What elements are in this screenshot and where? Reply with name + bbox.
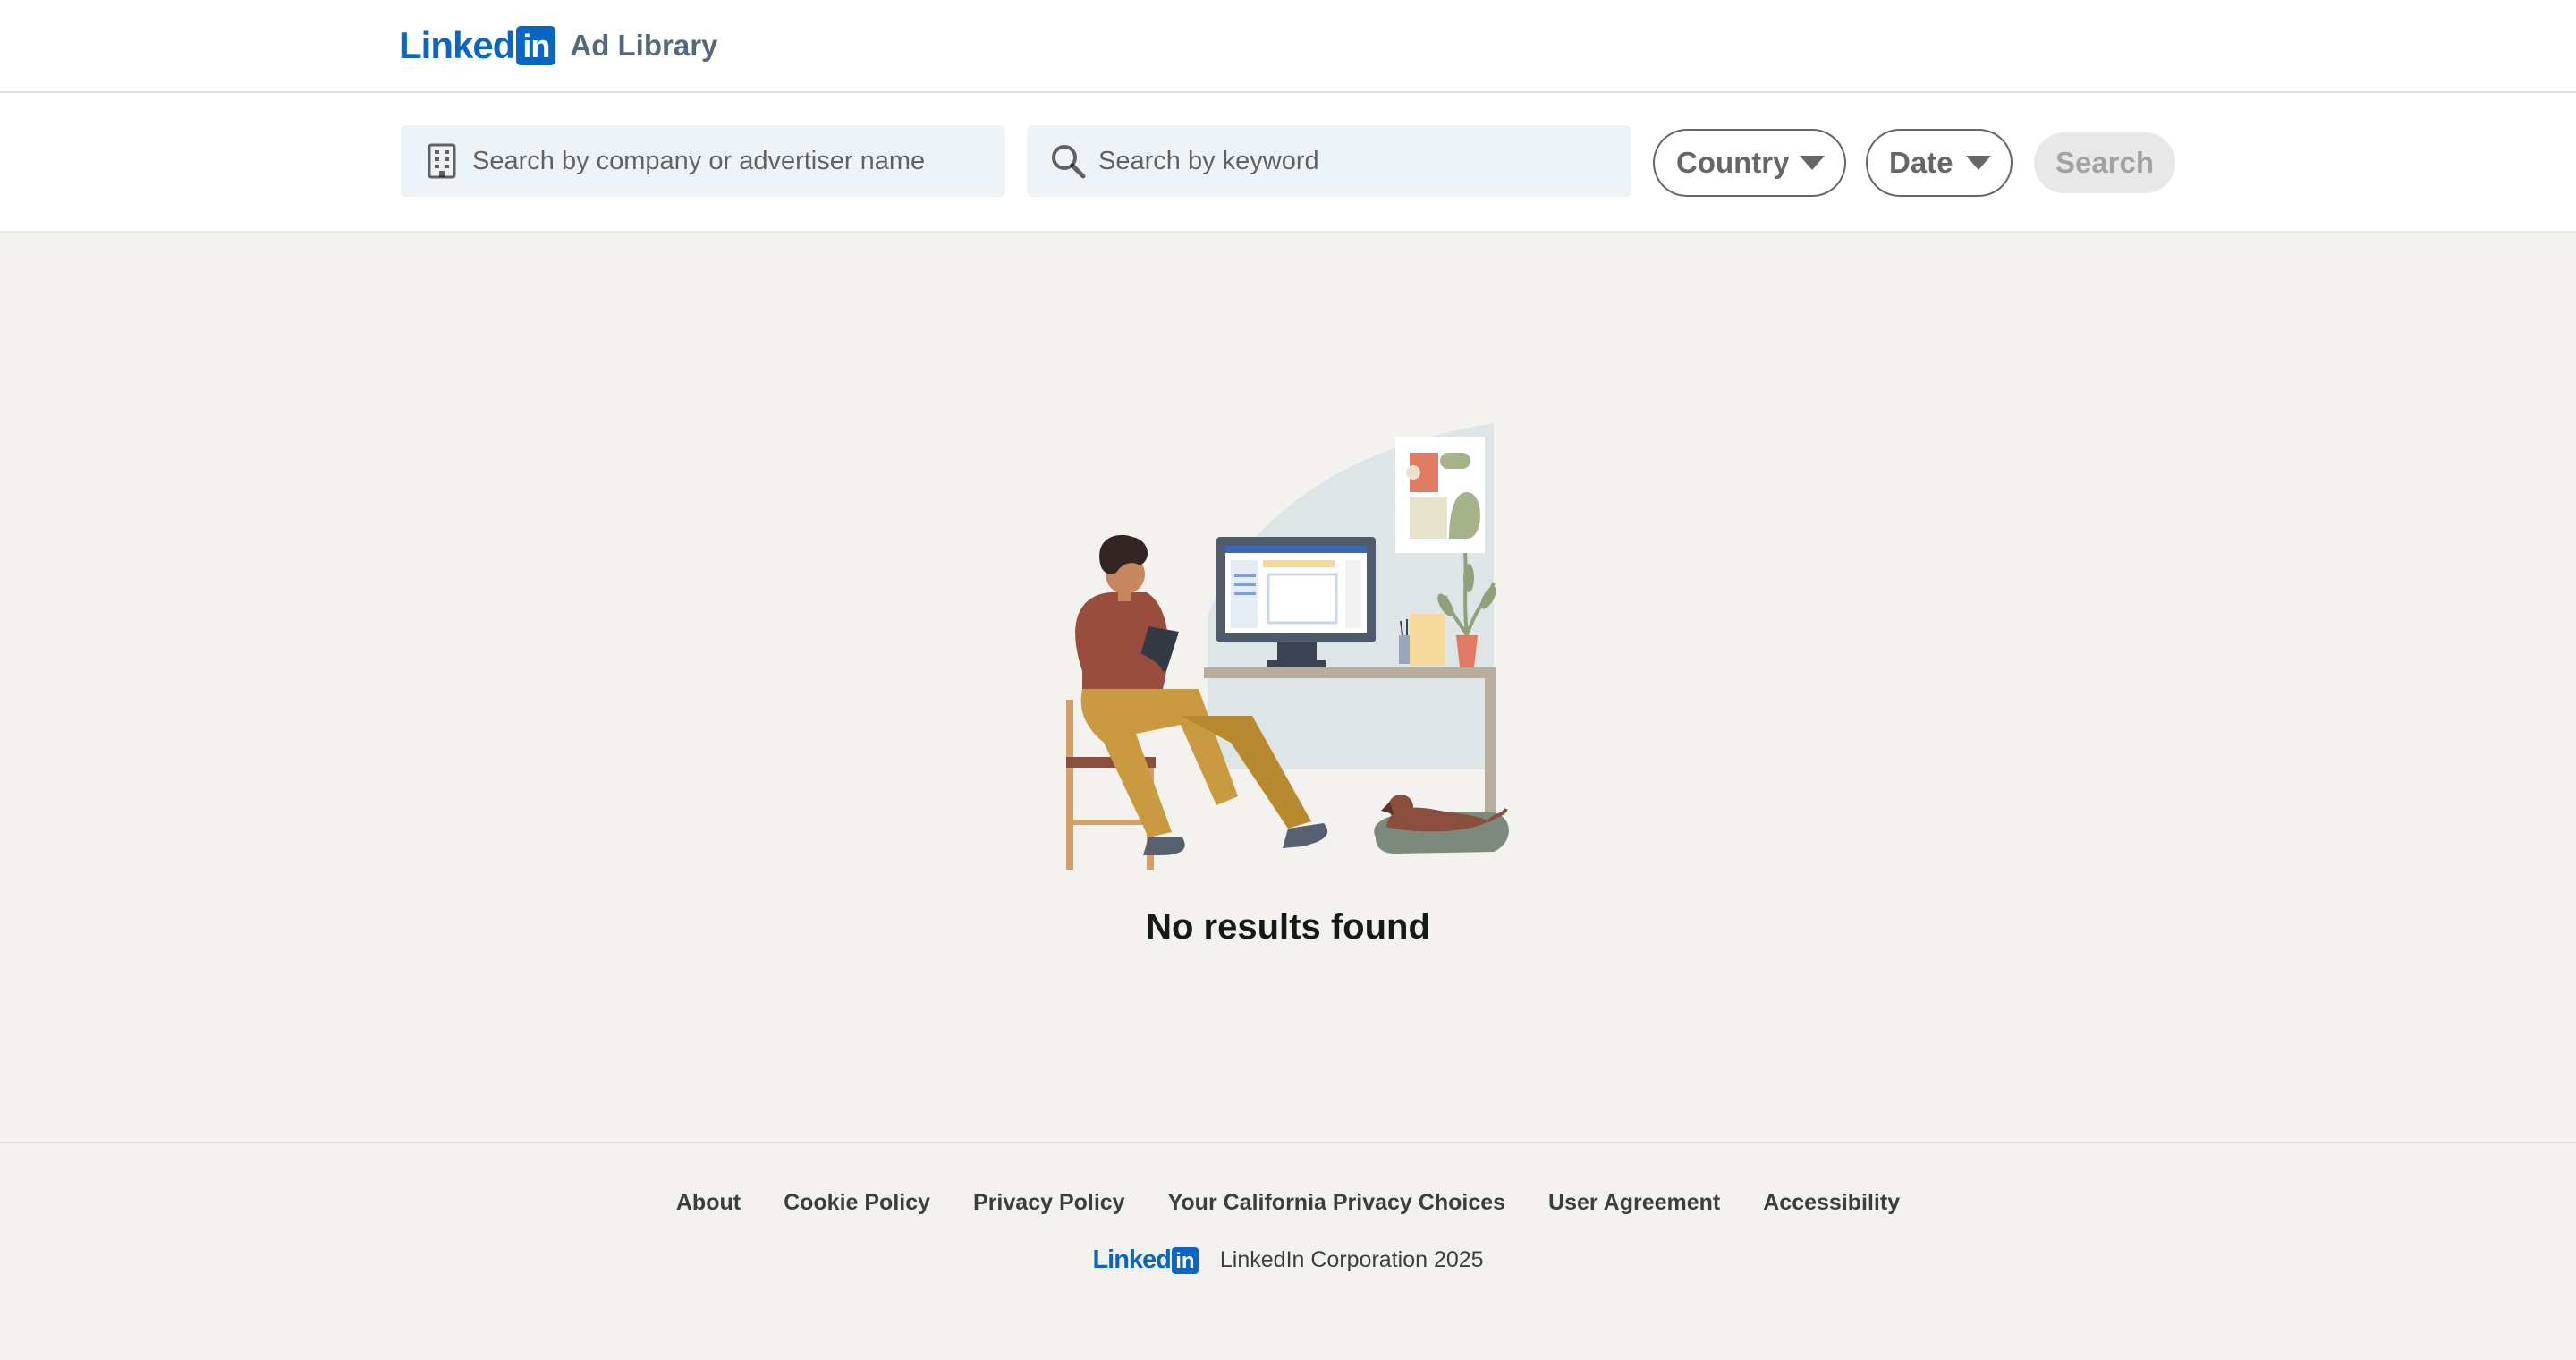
copyright-text: LinkedIn Corporation 2025 [1219, 1247, 1484, 1272]
footer-links: About Cookie Policy Privacy Policy Your … [0, 1190, 2576, 1216]
date-dropdown[interactable]: Date [1866, 129, 2012, 197]
logo-in-box: in [516, 26, 556, 65]
empty-state-illustration [1046, 421, 1530, 886]
search-bar: Country Date Search [0, 93, 2576, 233]
footer-link-about[interactable]: About [676, 1190, 741, 1216]
linkedin-logo[interactable]: Linked in Ad Library [399, 25, 717, 66]
logo-word: Linked [399, 24, 515, 66]
footer-link-privacy-policy[interactable]: Privacy Policy [973, 1190, 1125, 1216]
footer-link-cookie-policy[interactable]: Cookie Policy [784, 1190, 930, 1216]
footer-logo-in-box: in [1171, 1246, 1199, 1274]
search-icon [1050, 143, 1086, 179]
chevron-down-icon [1800, 156, 1825, 170]
country-dropdown-label: Country [1676, 146, 1790, 179]
empty-results-message: No results found [1146, 907, 1430, 947]
footer-link-accessibility[interactable]: Accessibility [1763, 1190, 1900, 1216]
date-dropdown-label: Date [1889, 146, 1953, 179]
top-header: Linked in Ad Library [0, 0, 2576, 93]
page-footer: About Cookie Policy Privacy Policy Your … [0, 1142, 2576, 1360]
keyword-search-input[interactable] [1086, 125, 1631, 197]
search-button[interactable]: Search [2034, 132, 2175, 193]
keyword-search-field[interactable] [1027, 125, 1631, 197]
footer-copyright: Linked in LinkedIn Corporation 2025 [0, 1245, 2576, 1275]
footer-link-user-agreement[interactable]: User Agreement [1548, 1190, 1720, 1216]
country-dropdown[interactable]: Country [1653, 129, 1846, 197]
company-search-field[interactable] [401, 125, 1005, 197]
chevron-down-icon [1966, 156, 1991, 170]
footer-logo-word: Linked [1092, 1245, 1171, 1274]
footer-link-california-privacy[interactable]: Your California Privacy Choices [1168, 1190, 1505, 1216]
building-icon [424, 143, 460, 179]
product-title: Ad Library [570, 29, 718, 62]
company-search-input[interactable] [460, 125, 1005, 197]
